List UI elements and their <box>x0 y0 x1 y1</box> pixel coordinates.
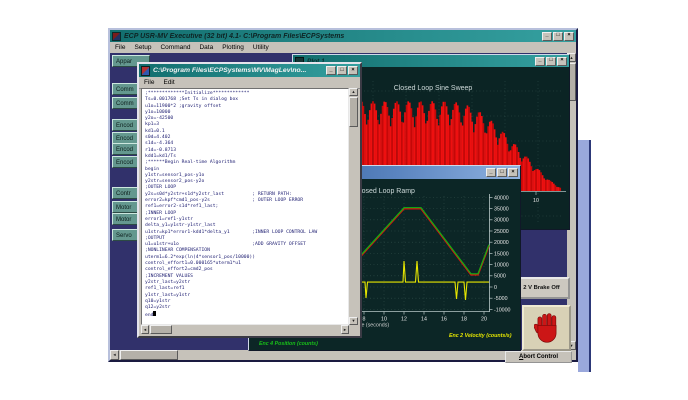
svg-text:10: 10 <box>533 198 539 204</box>
maximize-button[interactable]: □ <box>553 31 563 41</box>
close-button[interactable]: × <box>348 66 358 75</box>
maximize-button[interactable]: □ <box>337 66 347 75</box>
abort-label[interactable]: Abort Control <box>505 351 572 363</box>
svg-text:14: 14 <box>421 317 427 323</box>
main-titlebar[interactable]: ECP USR-MV Executive (32 bit) 4.1- C:\Pr… <box>110 30 576 42</box>
menu-command[interactable]: Command <box>160 44 190 51</box>
svg-text:30000: 30000 <box>494 218 509 224</box>
svg-text:Enc 4 Position (counts): Enc 4 Position (counts) <box>259 341 318 347</box>
minimize-button[interactable]: _ <box>535 56 545 66</box>
svg-text:15000: 15000 <box>494 251 509 257</box>
scroll-up-icon[interactable]: ▲ <box>349 88 358 96</box>
main-title: ECP USR-MV Executive (32 bit) 4.1- C:\Pr… <box>124 32 345 40</box>
minimize-button[interactable]: _ <box>542 31 552 41</box>
svg-text:Closed Loop Sine Sweep: Closed Loop Sine Sweep <box>394 85 473 92</box>
code-editor-area[interactable]: ;*************Initialize************* Ts… <box>141 88 349 325</box>
scroll-down-icon[interactable]: ▼ <box>349 317 358 325</box>
menu-utility[interactable]: Utility <box>253 44 269 51</box>
maximize-button[interactable]: □ <box>546 56 556 66</box>
svg-text:12: 12 <box>401 317 407 323</box>
menu-file[interactable]: File <box>115 44 125 51</box>
menu-setup[interactable]: Setup <box>134 44 151 51</box>
minimize-button[interactable]: _ <box>486 168 496 177</box>
svg-text:18: 18 <box>461 317 467 323</box>
hscroll-thumb[interactable] <box>120 350 178 360</box>
close-button[interactable]: × <box>564 31 574 41</box>
svg-text:0: 0 <box>494 285 497 291</box>
document-icon <box>141 65 150 76</box>
main-hscrollbar[interactable]: ◄ ► <box>110 350 567 360</box>
minimize-button[interactable]: _ <box>326 66 336 75</box>
vscroll-thumb[interactable] <box>349 97 358 127</box>
right-edge-strip <box>578 140 591 372</box>
svg-text:40000: 40000 <box>494 195 509 201</box>
menu-plotting[interactable]: Plotting <box>222 44 244 51</box>
svg-text:25000: 25000 <box>494 229 509 235</box>
code-text: ;*************Initialize************* Ts… <box>145 91 318 319</box>
svg-text:5000: 5000 <box>494 274 506 280</box>
close-button[interactable]: × <box>557 56 567 66</box>
stop-hand-icon <box>533 313 556 343</box>
editor-scroll-corner <box>349 325 358 334</box>
scroll-left-icon[interactable]: ◄ <box>110 350 119 360</box>
svg-text:-5000: -5000 <box>494 296 508 302</box>
editor-menu-file[interactable]: File <box>144 79 154 86</box>
svg-text:35000: 35000 <box>494 207 509 213</box>
brake-button[interactable]: 2 V Brake Off <box>513 277 570 299</box>
close-button[interactable]: × <box>508 168 518 177</box>
menu-data[interactable]: Data <box>199 44 213 51</box>
editor-titlebar[interactable]: C:\Program Files\ECPSystems\MV\MagLev\no… <box>139 64 360 77</box>
abort-label-rest: bort Control <box>523 354 558 360</box>
editor-window: C:\Program Files\ECPSystems\MV\MagLev\no… <box>137 62 362 338</box>
svg-text:16: 16 <box>441 317 447 323</box>
editor-vscrollbar[interactable]: ▲ ▼ <box>349 88 358 325</box>
svg-text:10000: 10000 <box>494 263 509 269</box>
hscroll-thumb[interactable] <box>150 325 172 334</box>
svg-text:Enc 2 Velocity (counts/s): Enc 2 Velocity (counts/s) <box>449 333 512 339</box>
abort-hand-panel[interactable] <box>522 305 571 351</box>
text-caret <box>153 311 157 317</box>
svg-text:-10000: -10000 <box>494 307 511 313</box>
desktop: ECP USR-MV Executive (32 bit) 4.1- C:\Pr… <box>0 0 688 400</box>
editor-title: C:\Program Files\ECPSystems\MV\MagLev\no… <box>153 67 307 74</box>
scroll-right-icon[interactable]: ► <box>341 325 349 334</box>
maximize-button[interactable]: □ <box>497 168 507 177</box>
editor-hscrollbar[interactable]: ◄ ► <box>141 325 349 334</box>
svg-text:Closed Loop Ramp: Closed Loop Ramp <box>355 188 415 195</box>
svg-text:20: 20 <box>481 317 487 323</box>
scroll-left-icon[interactable]: ◄ <box>141 325 149 334</box>
app-icon <box>112 31 121 41</box>
editor-menu-edit[interactable]: Edit <box>163 79 174 86</box>
svg-text:20000: 20000 <box>494 240 509 246</box>
